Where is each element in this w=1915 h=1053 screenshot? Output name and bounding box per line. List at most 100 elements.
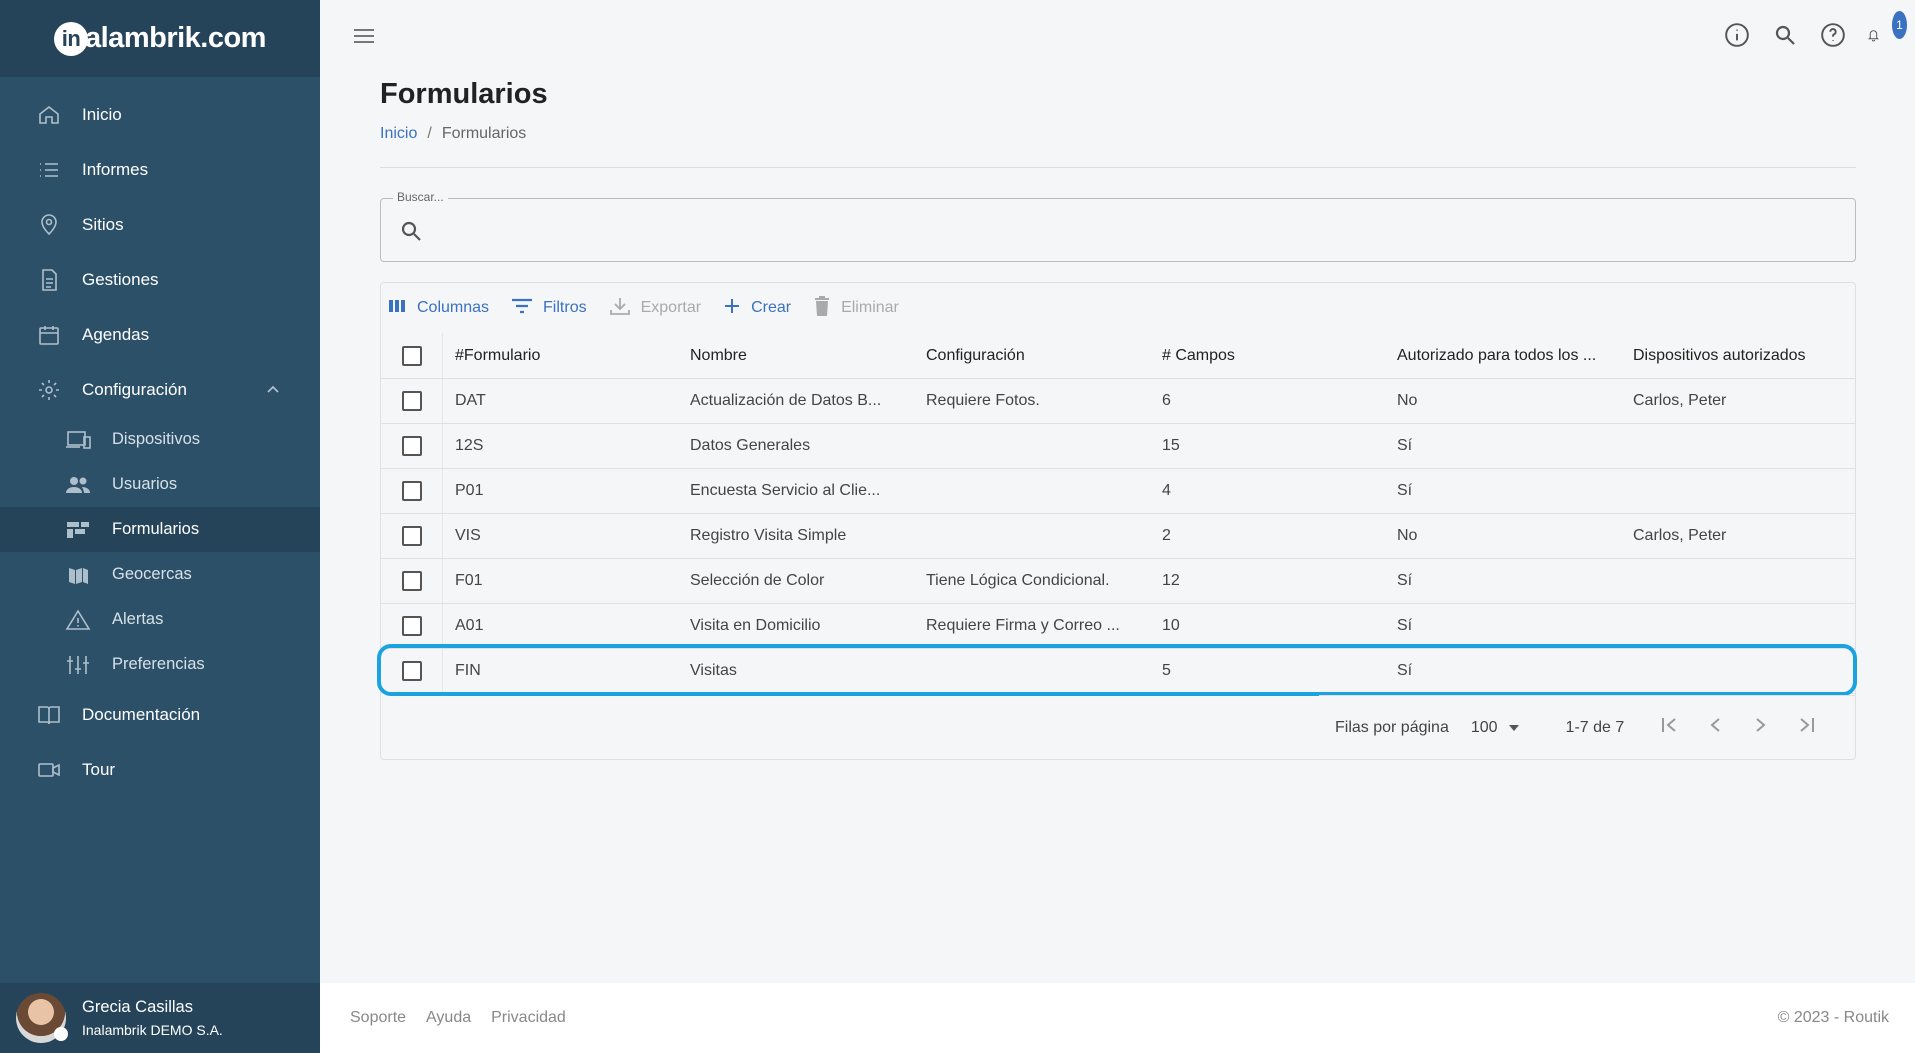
- top-bar: 1: [320, 0, 1915, 74]
- sidebar-subitem-formularios[interactable]: Formularios: [0, 507, 320, 552]
- book-icon: [36, 702, 62, 728]
- cell-dispositivos: Carlos, Peter: [1633, 392, 1727, 409]
- sidebar-item-inicio[interactable]: Inicio: [0, 87, 320, 142]
- row-select-cell: [381, 649, 443, 693]
- logo-text: alambrik.com: [85, 22, 266, 54]
- select-all-checkbox[interactable]: [401, 345, 422, 366]
- table-row[interactable]: VIS Registro Visita Simple 2 No Carlos, …: [381, 514, 1855, 559]
- search-icon: [399, 219, 423, 248]
- row-checkbox[interactable]: [401, 571, 422, 591]
- pagination-range: 1-7 de 7: [1565, 718, 1625, 736]
- table-row[interactable]: A01 Visita en Domicilio Requiere Firma y…: [381, 604, 1855, 649]
- dropdown-arrow-icon: [1508, 719, 1520, 737]
- footer-link-privacidad[interactable]: Privacidad: [491, 1009, 566, 1027]
- row-checkbox[interactable]: [401, 391, 422, 411]
- table-row[interactable]: 12S Datos Generales 15 Sí: [381, 424, 1855, 469]
- cell-autorizado: Sí: [1397, 437, 1413, 454]
- rows-per-page-value: 100: [1470, 718, 1498, 736]
- list-icon: [36, 157, 62, 183]
- breadcrumb-home-link[interactable]: Inicio: [380, 125, 417, 142]
- sidebar-item-label: Tour: [82, 759, 116, 779]
- columns-icon: [389, 298, 407, 319]
- column-header-configuracion[interactable]: Configuración: [914, 347, 1150, 365]
- row-checkbox[interactable]: [401, 436, 422, 456]
- forms-data-grid: Columnas Filtros Exportar Crear Eliminar…: [377, 282, 1857, 760]
- first-page-icon[interactable]: [1660, 716, 1680, 739]
- cell-autorizado: Sí: [1397, 482, 1413, 499]
- calendar-icon: [36, 322, 62, 348]
- sliders-icon: [64, 653, 92, 677]
- footer-link-soporte[interactable]: Soporte: [350, 1009, 406, 1027]
- footer-link-ayuda[interactable]: Ayuda: [426, 1009, 471, 1027]
- sidebar-subitem-usuarios[interactable]: Usuarios: [0, 462, 320, 507]
- sidebar-item-sitios[interactable]: Sitios: [0, 197, 320, 252]
- column-header-formulario[interactable]: #Formulario: [443, 347, 678, 365]
- sidebar-item-documentacion[interactable]: Documentación: [0, 687, 320, 742]
- row-checkbox[interactable]: [401, 481, 422, 501]
- sidebar-item-agendas[interactable]: Agendas: [0, 307, 320, 362]
- search-box: Buscar...: [380, 190, 1856, 262]
- search-input[interactable]: [435, 213, 1815, 249]
- user-profile[interactable]: Grecia Casillas Inalambrik DEMO S.A.: [0, 983, 320, 1053]
- last-page-icon[interactable]: [1796, 716, 1816, 739]
- cell-formulario: F01: [455, 572, 483, 589]
- cell-autorizado: Sí: [1397, 572, 1413, 589]
- sidebar-item-tour[interactable]: Tour: [0, 742, 320, 797]
- previous-page-icon[interactable]: [1708, 716, 1724, 739]
- warning-icon: [64, 608, 92, 632]
- export-button[interactable]: Exportar: [609, 296, 701, 321]
- gear-icon: [36, 377, 62, 403]
- row-checkbox[interactable]: [401, 526, 422, 546]
- sidebar-item-configuracion[interactable]: Configuración: [0, 362, 320, 417]
- cell-autorizado: No: [1397, 392, 1418, 409]
- table-row[interactable]: DAT Actualización de Datos B... Requiere…: [381, 379, 1855, 424]
- notifications-icon[interactable]: 1: [1867, 11, 1907, 49]
- column-header-autorizado[interactable]: Autorizado para todos los ...: [1385, 347, 1621, 365]
- notification-badge: 1: [1891, 11, 1907, 39]
- column-header-nombre[interactable]: Nombre: [678, 347, 914, 365]
- cell-formulario: A01: [455, 617, 484, 634]
- map-icon: [64, 563, 92, 587]
- cell-autorizado: Sí: [1397, 617, 1413, 634]
- filters-button[interactable]: Filtros: [511, 297, 587, 320]
- sidebar-subitem-dispositivos[interactable]: Dispositivos: [0, 417, 320, 462]
- search-icon[interactable]: [1771, 21, 1799, 49]
- divider: [380, 167, 1856, 168]
- main-content: Formularios Inicio / Formularios Buscar...…: [377, 74, 1857, 760]
- menu-icon[interactable]: [352, 26, 376, 51]
- sidebar-subitem-label: Dispositivos: [112, 430, 201, 448]
- brand-logo[interactable]: in alambrik.com: [54, 21, 266, 56]
- sidebar-item-gestiones[interactable]: Gestiones: [0, 252, 320, 307]
- help-icon[interactable]: [1819, 21, 1847, 49]
- filters-label: Filtros: [543, 299, 587, 316]
- chevron-up-icon[interactable]: [266, 382, 280, 402]
- info-icon[interactable]: [1723, 21, 1751, 49]
- avatar: [16, 993, 68, 1043]
- grid-toolbar: Columnas Filtros Exportar Crear Eliminar: [381, 283, 1855, 333]
- column-header-dispositivos[interactable]: Dispositivos autorizados: [1621, 347, 1851, 365]
- table-row[interactable]: P01 Encuesta Servicio al Clie... 4 Sí: [381, 469, 1855, 514]
- row-checkbox[interactable]: [401, 661, 422, 681]
- sidebar-subitem-label: Usuarios: [112, 475, 178, 493]
- sidebar-subitem-label: Geocercas: [112, 565, 192, 583]
- create-button[interactable]: Crear: [723, 297, 791, 320]
- search-label: Buscar...: [393, 190, 448, 204]
- users-icon: [64, 473, 92, 497]
- sidebar-subitem-preferencias[interactable]: Preferencias: [0, 642, 320, 687]
- column-header-campos[interactable]: # Campos: [1150, 347, 1385, 365]
- next-page-icon[interactable]: [1752, 716, 1768, 739]
- sidebar-subitem-label: Preferencias: [112, 655, 205, 673]
- row-select-cell: [381, 514, 443, 558]
- header-actions: 1: [1723, 11, 1907, 49]
- row-checkbox[interactable]: [401, 616, 422, 636]
- table-row[interactable]: F01 Selección de Color Tiene Lógica Cond…: [381, 559, 1855, 604]
- sidebar-subitem-alertas[interactable]: Alertas: [0, 597, 320, 642]
- rows-per-page-select[interactable]: 100: [1471, 719, 1520, 737]
- delete-button[interactable]: Eliminar: [813, 295, 899, 321]
- columns-button[interactable]: Columnas: [389, 298, 489, 319]
- sidebar-item-label: Informes: [82, 159, 149, 179]
- sidebar-subitem-geocercas[interactable]: Geocercas: [0, 552, 320, 597]
- table-row[interactable]: FIN Visitas 5 Sí: [381, 649, 1855, 694]
- sidebar-item-informes[interactable]: Informes: [0, 142, 320, 197]
- home-icon: [36, 102, 62, 128]
